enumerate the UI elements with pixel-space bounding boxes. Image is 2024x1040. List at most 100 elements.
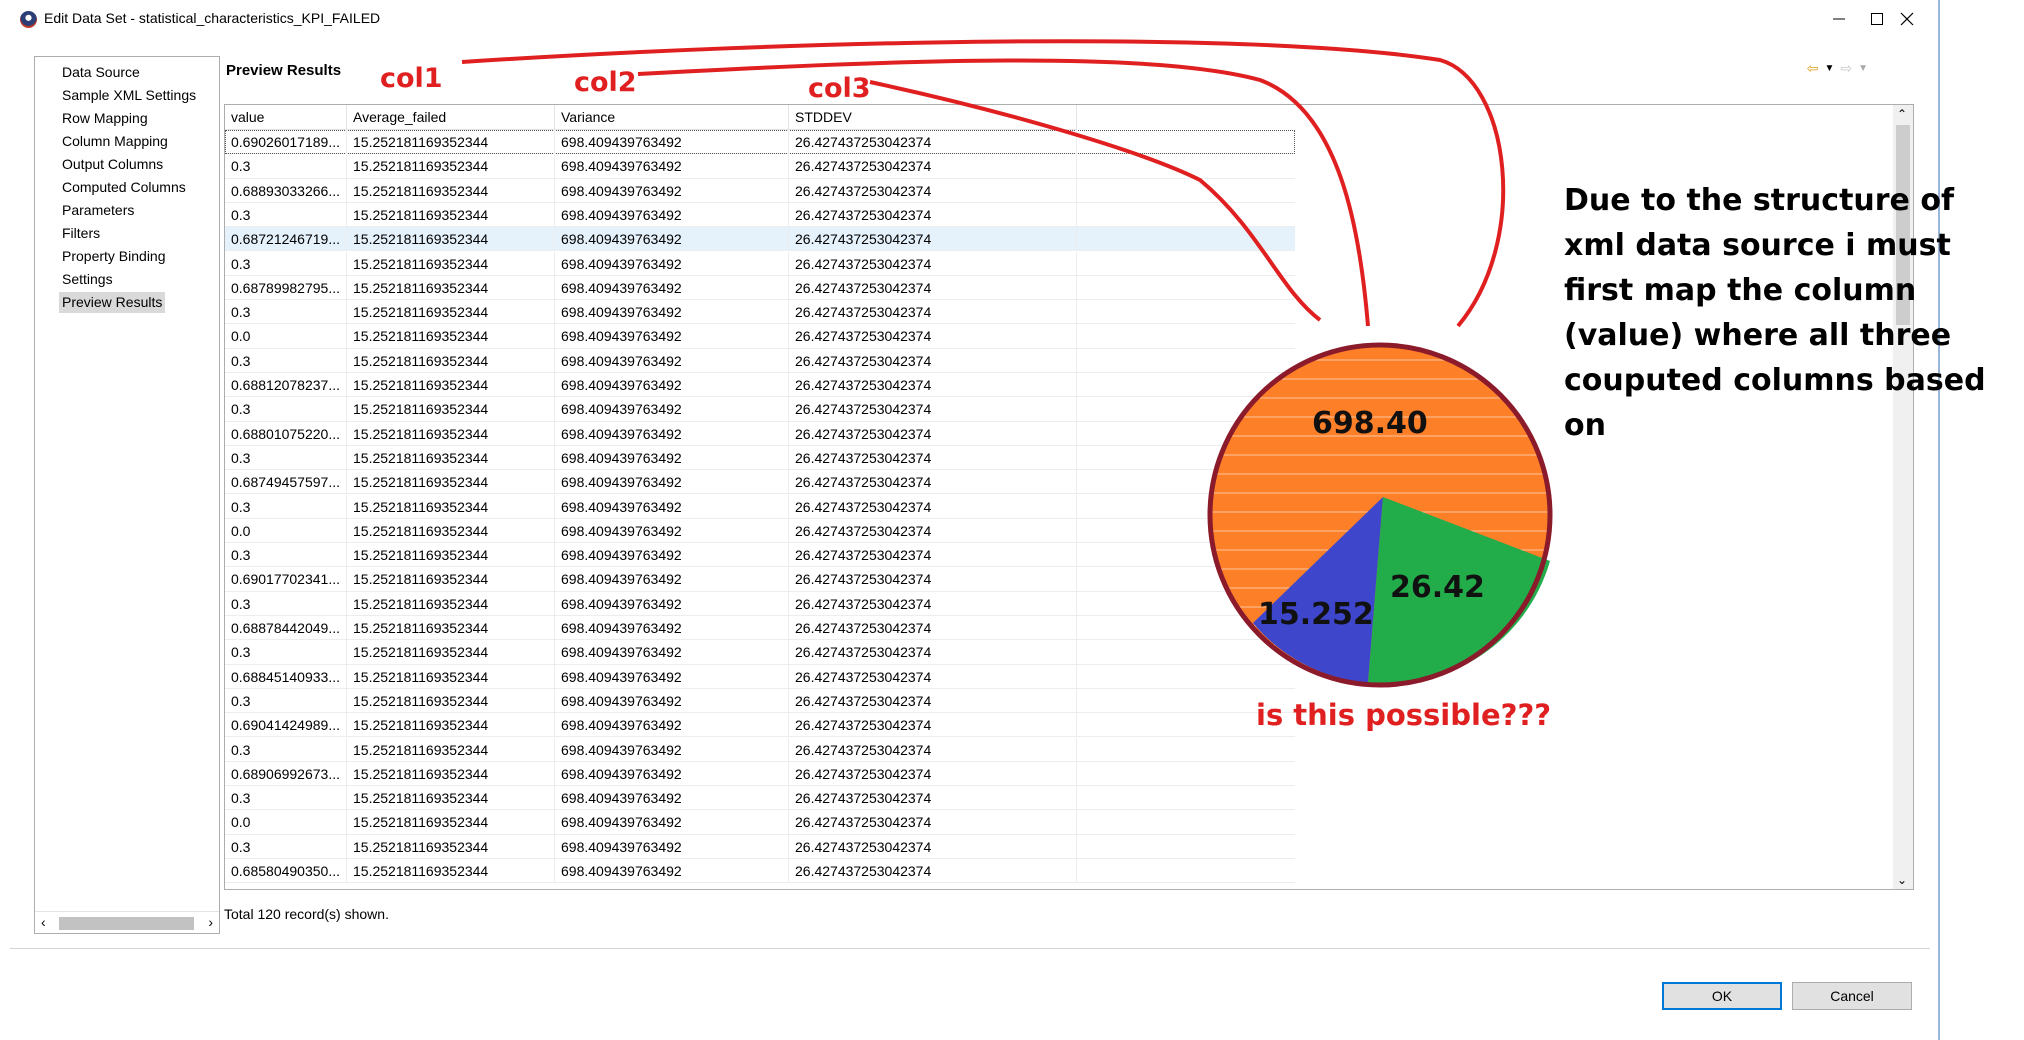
scroll-thumb[interactable]: [1896, 125, 1910, 325]
table-row[interactable]: 0.68749457597... 15.252181169352344 698.40…: [225, 470, 1295, 495]
nav-horizontal-scrollbar[interactable]: ‹ ›: [35, 911, 219, 933]
scroll-left-icon[interactable]: ‹: [41, 914, 46, 930]
forward-dropdown-icon[interactable]: ▼: [1858, 63, 1868, 74]
table-row[interactable]: 0.3 15.252181169352344 698.409439763492 26.…: [225, 688, 1295, 714]
forward-arrow-icon[interactable]: ⇨: [1840, 60, 1852, 77]
table-row[interactable]: 0.0 15.252181169352344 698.409439763492 26.…: [225, 324, 1295, 349]
scroll-up-icon[interactable]: ⌃: [1897, 107, 1907, 121]
table-row[interactable]: 0.3 15.252181169352344 698.409439763492 26.…: [225, 300, 1295, 325]
cancel-button[interactable]: Cancel: [1792, 982, 1912, 1010]
table-cell: 698.409439763492: [555, 130, 789, 154]
table-cell: 26.427437253042374: [789, 348, 1077, 373]
table-row[interactable]: 0.3 15.252181169352344 698.409439763492 26.…: [225, 251, 1295, 276]
table-cell: 698.409439763492: [555, 786, 789, 811]
table-cell: 698.409439763492: [555, 324, 789, 349]
nav-item-row-mapping[interactable]: Row Mapping: [59, 108, 151, 129]
table-cell: 15.252181169352344: [347, 664, 555, 689]
table-cell: 15.252181169352344: [347, 567, 555, 592]
table-cell: 698.409439763492: [555, 810, 789, 835]
table-row[interactable]: 0.68878442049... 15.252181169352344 698.40…: [225, 616, 1295, 641]
table-row[interactable]: 0.69026017189... 15.252181169352344 698.40…: [225, 130, 1295, 155]
table-cell: 698.409439763492: [555, 640, 789, 665]
nav-item-parameters[interactable]: Parameters: [59, 200, 137, 221]
table-cell: 0.68789982795...: [225, 275, 347, 300]
table-cell: 698.409439763492: [555, 373, 789, 397]
table-cell: 15.252181169352344: [347, 591, 555, 616]
table-cell: 15.252181169352344: [347, 348, 555, 373]
table-row[interactable]: 0.3 15.252181169352344 698.409439763492 26.…: [225, 737, 1295, 762]
column-header-stddev[interactable]: STDDEV: [789, 105, 1077, 130]
table-row[interactable]: 0.68812078237... 15.252181169352344 698.40…: [225, 373, 1295, 398]
table-row[interactable]: 0.68893033266... 15.252181169352344 698.40…: [225, 178, 1295, 203]
nav-item-preview-results[interactable]: Preview Results: [59, 292, 166, 313]
nav-item-output-columns[interactable]: Output Columns: [59, 154, 166, 175]
table-cell: 15.252181169352344: [347, 130, 555, 154]
table-row[interactable]: 0.68580490350... 15.252181169352344 698.40…: [225, 859, 1295, 884]
table-row[interactable]: 0.0 15.252181169352344 698.409439763492 26.…: [225, 810, 1295, 835]
nav-item-sample-xml-settings[interactable]: Sample XML Settings: [59, 85, 199, 106]
table-cell: 26.427437253042374: [789, 859, 1077, 883]
table-cell: 15.252181169352344: [347, 421, 555, 446]
table-cell: 26.427437253042374: [789, 543, 1077, 568]
table-vertical-scrollbar[interactable]: ⌃ ⌄: [1893, 105, 1913, 889]
table-row[interactable]: 0.3 15.252181169352344 698.409439763492 26.…: [225, 543, 1295, 568]
table-row[interactable]: 0.3 15.252181169352344 698.409439763492 26.…: [225, 494, 1295, 519]
table-row[interactable]: 0.69041424989... 15.252181169352344 698.40…: [225, 713, 1295, 738]
table-row[interactable]: 0.3 15.252181169352344 698.409439763492 26.…: [225, 202, 1295, 228]
nav-item-column-mapping[interactable]: Column Mapping: [59, 131, 171, 152]
scroll-down-icon[interactable]: ⌄: [1897, 873, 1907, 887]
table-row[interactable]: 0.68845140933... 15.252181169352344 698.40…: [225, 664, 1295, 689]
table-cell: 0.68801075220...: [225, 421, 347, 446]
table-cell: 698.409439763492: [555, 616, 789, 640]
table-cell: 26.427437253042374: [789, 470, 1077, 495]
table-cell: 26.427437253042374: [789, 640, 1077, 665]
title-bar: Edit Data Set - statistical_characterist…: [0, 0, 1938, 38]
table-cell: 26.427437253042374: [789, 251, 1077, 276]
table-cell: 26.427437253042374: [789, 202, 1077, 227]
table-cell: 15.252181169352344: [347, 373, 555, 397]
table-row[interactable]: 0.3 15.252181169352344 698.409439763492 26.…: [225, 834, 1295, 859]
column-header-average-failed[interactable]: Average_failed: [347, 105, 555, 130]
nav-item-filters[interactable]: Filters: [59, 223, 103, 244]
table-row[interactable]: 0.0 15.252181169352344 698.409439763492 26.…: [225, 518, 1295, 544]
nav-item-computed-columns[interactable]: Computed Columns: [59, 177, 189, 198]
table-cell: 26.427437253042374: [789, 761, 1077, 786]
table-cell: 15.252181169352344: [347, 640, 555, 665]
table-cell: 0.3: [225, 251, 347, 276]
scroll-thumb[interactable]: [59, 917, 194, 930]
table-cell: 698.409439763492: [555, 591, 789, 616]
table-row[interactable]: 0.3 15.252181169352344 698.409439763492 26.…: [225, 445, 1295, 471]
nav-item-data-source[interactable]: Data Source: [59, 62, 143, 83]
table-row[interactable]: 0.3 15.252181169352344 698.409439763492 26.…: [225, 397, 1295, 422]
table-row[interactable]: 0.68906992673... 15.252181169352344 698.40…: [225, 761, 1295, 787]
table-row[interactable]: 0.69017702341... 15.252181169352344 698.40…: [225, 567, 1295, 592]
column-header-value[interactable]: value: [225, 105, 347, 130]
ok-button[interactable]: OK: [1662, 982, 1782, 1010]
nav-item-settings[interactable]: Settings: [59, 269, 116, 290]
table-cell: 26.427437253042374: [789, 616, 1077, 640]
table-cell: 15.252181169352344: [347, 518, 555, 543]
edit-data-set-window: Edit Data Set - statistical_characterist…: [0, 0, 1940, 1040]
table-row[interactable]: 0.3 15.252181169352344 698.409439763492 26.…: [225, 640, 1295, 665]
table-cell: 26.427437253042374: [789, 567, 1077, 592]
preview-results-title: Preview Results: [226, 62, 342, 79]
table-row[interactable]: 0.3 15.252181169352344 698.409439763492 26.…: [225, 786, 1295, 811]
close-button[interactable]: [1876, 0, 1938, 38]
table-row[interactable]: 0.68721246719... 15.252181169352344 698.40…: [225, 227, 1295, 252]
table-row[interactable]: 0.68789982795... 15.252181169352344 698.40…: [225, 275, 1295, 301]
table-row[interactable]: 0.3 15.252181169352344 698.409439763492 26.…: [225, 154, 1295, 179]
table-cell: 26.427437253042374: [789, 130, 1077, 154]
back-arrow-icon[interactable]: ⇦: [1807, 60, 1819, 77]
table-cell: 0.3: [225, 688, 347, 713]
scroll-right-icon[interactable]: ›: [208, 914, 213, 930]
table-cell: 0.68878442049...: [225, 616, 347, 640]
table-cell: 26.427437253042374: [789, 494, 1077, 519]
table-row[interactable]: 0.68801075220... 15.252181169352344 698.40…: [225, 421, 1295, 446]
back-dropdown-icon[interactable]: ▼: [1824, 63, 1834, 74]
table-row[interactable]: 0.3 15.252181169352344 698.409439763492 26.…: [225, 591, 1295, 616]
nav-item-property-binding[interactable]: Property Binding: [59, 246, 169, 267]
table-row[interactable]: 0.3 15.252181169352344 698.409439763492 26.…: [225, 348, 1295, 373]
column-header-variance[interactable]: Variance: [555, 105, 789, 130]
table-cell: 0.68812078237...: [225, 373, 347, 397]
table-cell: 0.3: [225, 834, 347, 859]
